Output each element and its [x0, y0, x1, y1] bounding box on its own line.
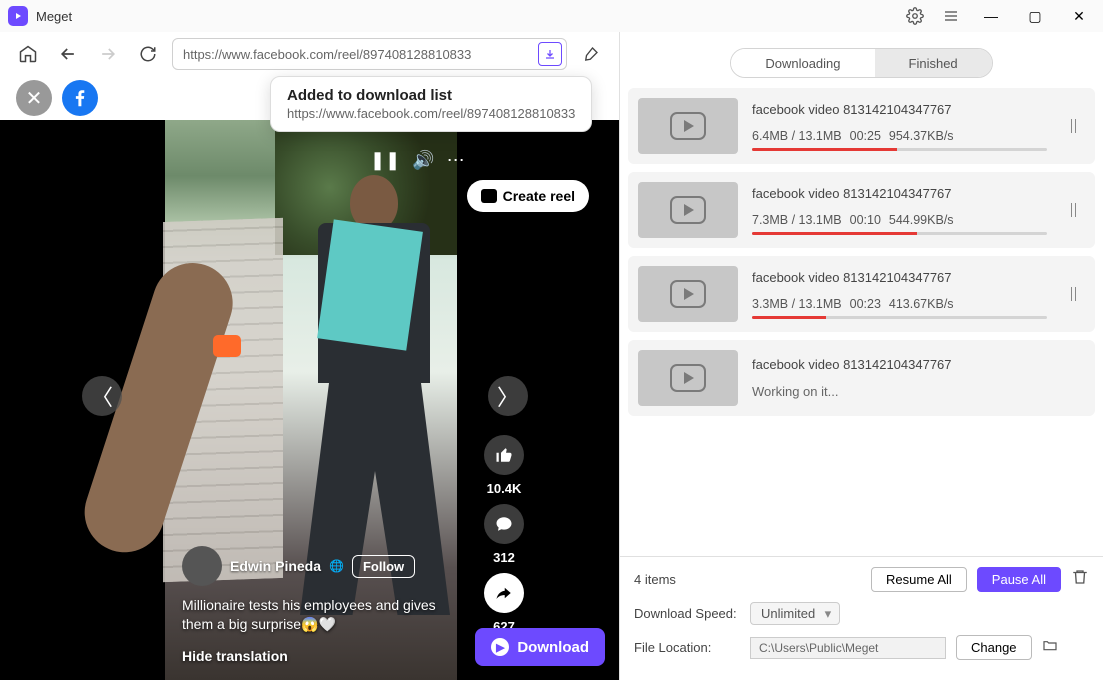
- comment-button[interactable]: [484, 504, 524, 544]
- download-title: facebook video 813142104347767: [752, 270, 1047, 285]
- reel-overlay: Edwin Pineda 🌐 Follow Millionaire tests …: [182, 546, 462, 664]
- tooltip-url: https://www.facebook.com/reel/8974081288…: [287, 106, 575, 121]
- download-status: Working on it...: [752, 384, 1085, 399]
- url-input[interactable]: [183, 47, 538, 62]
- reel-caption: Millionaire tests his employees and give…: [182, 596, 462, 634]
- url-bar[interactable]: [172, 38, 567, 70]
- brush-icon[interactable]: [575, 38, 607, 70]
- download-list: facebook video 813142104347767 6.4MB / 13…: [620, 88, 1103, 556]
- app-logo: [8, 6, 28, 26]
- download-thumb: [638, 182, 738, 238]
- video-more-icon[interactable]: ⋯: [447, 150, 465, 171]
- download-item: facebook video 813142104347767 Working on…: [628, 340, 1095, 416]
- globe-icon: 🌐: [329, 559, 344, 573]
- download-item: facebook video 813142104347767 6.4MB / 13…: [628, 88, 1095, 164]
- file-location-label: File Location:: [634, 640, 740, 655]
- next-reel-button[interactable]: 〉: [488, 376, 528, 416]
- items-count: 4 items: [634, 572, 676, 587]
- resume-all-button[interactable]: Resume All: [871, 567, 967, 592]
- menu-icon[interactable]: [939, 4, 963, 28]
- create-reel-button[interactable]: Create reel: [467, 180, 589, 212]
- footer: 4 items Resume All Pause All Download Sp…: [620, 556, 1103, 680]
- added-tooltip: Added to download list https://www.faceb…: [270, 76, 592, 132]
- download-speed-select[interactable]: Unlimited: [750, 602, 840, 625]
- trash-icon[interactable]: [1071, 568, 1089, 591]
- app-title: Meget: [36, 9, 72, 24]
- download-title: facebook video 813142104347767: [752, 102, 1047, 117]
- save-to-list-icon[interactable]: [538, 42, 562, 66]
- author-avatar[interactable]: [182, 546, 222, 586]
- like-button[interactable]: [484, 435, 524, 475]
- video-pause-icon[interactable]: ❚❚: [370, 150, 400, 171]
- video-controls: ❚❚ 🔊 ⋯: [370, 150, 465, 171]
- open-folder-icon[interactable]: [1042, 637, 1058, 658]
- reload-icon[interactable]: [132, 38, 164, 70]
- download-stats: 3.3MB / 13.1MB00:23413.67KB/s: [752, 297, 1047, 311]
- forward-icon: [92, 38, 124, 70]
- tabs-area: ✕ Added to download list https://www.fac…: [0, 76, 619, 120]
- download-title: facebook video 813142104347767: [752, 357, 1085, 372]
- change-location-button[interactable]: Change: [956, 635, 1032, 660]
- settings-icon[interactable]: [903, 4, 927, 28]
- back-icon[interactable]: [52, 38, 84, 70]
- share-button[interactable]: [484, 573, 524, 613]
- tab-downloading[interactable]: Downloading: [731, 49, 874, 77]
- file-location-input[interactable]: [750, 637, 946, 659]
- video-area: ❚❚ 🔊 ⋯ Create reel 〈 〉 10.4K 312 627: [0, 120, 619, 680]
- close-tab-button[interactable]: ✕: [16, 80, 52, 116]
- pause-all-button[interactable]: Pause All: [977, 567, 1061, 592]
- titlebar: Meget — ▢ ✕: [0, 0, 1103, 32]
- video-volume-icon[interactable]: 🔊: [412, 150, 434, 171]
- segmented-control: Downloading Finished: [730, 48, 992, 78]
- facebook-tab[interactable]: [62, 80, 98, 116]
- maximize-button[interactable]: ▢: [1019, 2, 1051, 30]
- pause-download-button[interactable]: [1061, 203, 1085, 217]
- author-name[interactable]: Edwin Pineda: [230, 558, 321, 574]
- home-icon[interactable]: [12, 38, 44, 70]
- hide-translation-button[interactable]: Hide translation: [182, 648, 462, 664]
- like-count: 10.4K: [487, 481, 522, 496]
- reel-side-actions: 10.4K 312 627: [484, 435, 524, 634]
- tab-finished[interactable]: Finished: [875, 49, 992, 77]
- follow-button[interactable]: Follow: [352, 555, 415, 578]
- download-item: facebook video 813142104347767 7.3MB / 13…: [628, 172, 1095, 248]
- browser-toolbar: [0, 32, 619, 76]
- right-panel: Downloading Finished facebook video 8131…: [620, 32, 1103, 680]
- download-icon: ▶: [491, 638, 509, 656]
- comment-count: 312: [493, 550, 515, 565]
- pause-download-button[interactable]: [1061, 119, 1085, 133]
- download-stats: 6.4MB / 13.1MB00:25954.37KB/s: [752, 129, 1047, 143]
- download-speed-label: Download Speed:: [634, 606, 740, 621]
- prev-reel-button[interactable]: 〈: [82, 376, 122, 416]
- download-stats: 7.3MB / 13.1MB00:10544.99KB/s: [752, 213, 1047, 227]
- download-thumb: [638, 266, 738, 322]
- download-title: facebook video 813142104347767: [752, 186, 1047, 201]
- pause-download-button[interactable]: [1061, 287, 1085, 301]
- download-item: facebook video 813142104347767 3.3MB / 13…: [628, 256, 1095, 332]
- minimize-button[interactable]: —: [975, 2, 1007, 30]
- left-panel: ✕ Added to download list https://www.fac…: [0, 32, 620, 680]
- tooltip-title: Added to download list: [287, 87, 575, 104]
- download-thumb: [638, 350, 738, 406]
- close-button[interactable]: ✕: [1063, 2, 1095, 30]
- download-button[interactable]: ▶Download: [475, 628, 605, 666]
- download-thumb: [638, 98, 738, 154]
